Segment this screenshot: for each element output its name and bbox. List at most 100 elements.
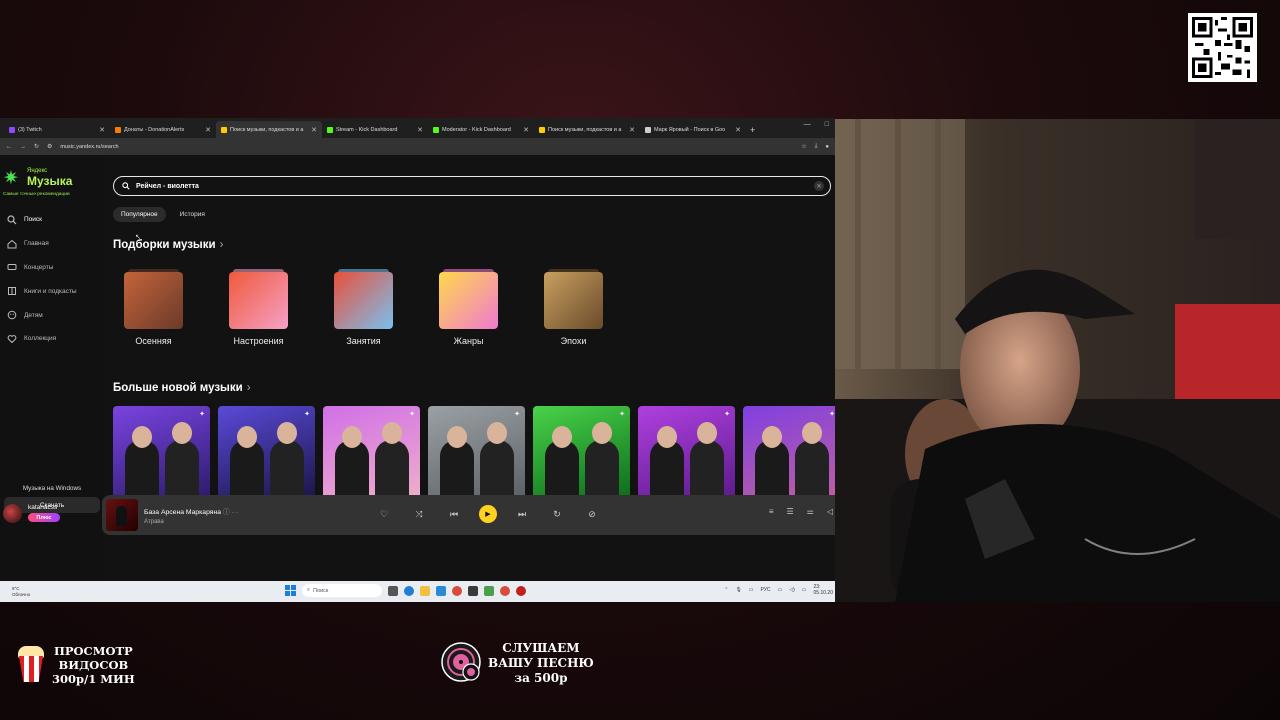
taskbar-search[interactable]: ⌕ Поиск	[302, 584, 382, 597]
sidebar-nav: Поиск Главная Концерты Книги и подкасты Детя…	[0, 208, 102, 351]
chevron-up-icon[interactable]: ⌃	[724, 587, 728, 593]
collection-card[interactable]: Жанры	[439, 269, 498, 346]
collection-card[interactable]: Занятия	[334, 269, 393, 346]
app-icon[interactable]	[468, 585, 478, 596]
browser-tab[interactable]: Stream - Kick Dashboard ✕	[322, 121, 428, 138]
tab-title: Поиск музыки, подкастов и а	[230, 126, 304, 133]
edge-icon[interactable]	[404, 585, 414, 596]
sidebar-item-4[interactable]: Книги и подкасты	[0, 279, 102, 303]
windows-start-icon[interactable]	[285, 585, 296, 596]
book-icon	[7, 286, 17, 296]
language-indicator[interactable]: РУС	[761, 587, 771, 593]
track-title[interactable]: База Арсена Маркаряна ⓘ ···	[144, 506, 264, 516]
clock[interactable]: 23: 05.10.20	[814, 584, 833, 596]
sidebar-item-label: Книги и подкасты	[24, 287, 77, 295]
search-chips: Популярное История	[113, 207, 213, 222]
battery-icon[interactable]: ▭	[802, 587, 807, 593]
next-track-icon[interactable]: ⏭	[512, 504, 532, 524]
collection-cover	[124, 272, 183, 329]
chrome-icon[interactable]	[452, 585, 462, 596]
collection-card[interactable]: Осенняя	[124, 269, 183, 346]
chip-popular[interactable]: Популярное	[113, 207, 166, 222]
profile-icon[interactable]: ●	[825, 144, 829, 150]
app-icon[interactable]	[484, 585, 494, 596]
sidebar-item-1[interactable]: Поиск	[0, 208, 102, 232]
weather-widget[interactable]: 9°C Облачно	[12, 586, 30, 597]
search-input[interactable]: Рейчел - виолетта ✕	[113, 176, 831, 196]
collections-section-title[interactable]: Подборки музыки ›	[113, 239, 223, 251]
bookmark-star-icon[interactable]: ☆	[801, 143, 806, 150]
close-icon[interactable]: ✕	[735, 126, 741, 134]
sidebar-item-5[interactable]: Детям	[0, 303, 102, 327]
vinyl-record-icon	[440, 641, 482, 683]
minimize-button[interactable]: —	[804, 121, 811, 128]
browser-tab[interactable]: (3) Twitch ✕	[4, 121, 110, 138]
new-tab-button[interactable]: +	[750, 121, 755, 138]
clock-date: 05.10.20	[813, 590, 833, 596]
track-artist[interactable]: Атрава	[144, 519, 264, 525]
browser-tab[interactable]: Донаты - DonationAlerts ✕	[110, 121, 216, 138]
collections-title-text: Подборки музыки	[113, 239, 216, 251]
new-music-section-title[interactable]: Больше новой музыки ›	[113, 382, 251, 394]
network-icon[interactable]: ▭	[778, 587, 783, 593]
tab-title: Moderator - Kick Dashboard	[442, 126, 511, 133]
browser-tab[interactable]: Поиск музыки, подкастов и а ✕	[216, 121, 322, 138]
repeat-icon[interactable]: ↻	[547, 504, 567, 524]
shuffle-icon[interactable]: ⤨	[409, 504, 429, 524]
volume-icon[interactable]: ◁	[827, 507, 833, 516]
sidebar-item-2[interactable]: Главная	[0, 232, 102, 256]
app-icon[interactable]: ▭	[749, 587, 754, 593]
chip-history[interactable]: История	[172, 207, 213, 222]
user-profile[interactable]: katanacss Плюс	[0, 498, 102, 528]
playlist-cover: ✦	[218, 406, 315, 502]
play-button[interactable]: ▶	[479, 505, 497, 523]
app-icon[interactable]	[516, 585, 526, 596]
browser-tab[interactable]: Марк Яровый - Поиск в Goo ✕	[640, 121, 746, 138]
close-icon[interactable]: ✕	[99, 126, 105, 134]
previous-track-icon[interactable]: ⏮	[444, 504, 464, 524]
forward-icon[interactable]: →	[20, 144, 26, 150]
close-icon[interactable]: ✕	[523, 126, 529, 134]
maximize-button[interactable]: □	[825, 121, 829, 128]
settings-sliders-icon[interactable]: ⚌	[807, 507, 814, 516]
logo[interactable]: ✷ Яндекс Музыка Самые точные рекомендаци…	[0, 165, 102, 199]
close-icon[interactable]: ✕	[629, 126, 635, 134]
collection-card[interactable]: Эпохи	[544, 269, 603, 346]
browser-tab[interactable]: Moderator - Kick Dashboard ✕	[428, 121, 534, 138]
close-icon[interactable]: ✕	[311, 126, 317, 134]
search-icon	[7, 215, 17, 225]
overlay-line: ВАШУ ПЕСНЮ	[488, 656, 594, 670]
collection-card[interactable]: Настроения	[229, 269, 288, 346]
microphone-icon[interactable]: 🎙	[735, 587, 741, 593]
lyrics-icon[interactable]: ≡	[769, 507, 774, 516]
task-view-icon[interactable]	[388, 585, 398, 596]
popcorn-icon	[16, 644, 46, 682]
download-icon[interactable]: ⤓	[815, 143, 818, 150]
track-cover[interactable]	[106, 499, 138, 531]
speaker-icon[interactable]: ◁)	[789, 587, 795, 593]
taskbar-search-label: Поиск	[313, 587, 329, 594]
overlay-line: 300р/1 МИН	[52, 672, 135, 686]
info-icon[interactable]: ⓘ	[223, 509, 230, 516]
like-heart-icon[interactable]: ♡	[374, 504, 394, 524]
collection-cover	[439, 272, 498, 329]
close-icon[interactable]: ✕	[205, 126, 211, 134]
back-icon[interactable]: ←	[6, 144, 12, 150]
url-text[interactable]: music.yandex.ru/search	[60, 144, 793, 150]
clear-search-icon[interactable]: ✕	[814, 181, 824, 191]
sidebar-item-3[interactable]: Концерты	[0, 256, 102, 280]
collection-name: Осенняя	[135, 336, 172, 346]
dislike-icon[interactable]: ⊘	[582, 504, 602, 524]
browser-tab[interactable]: Поиск музыки, подкастов и а ✕	[534, 121, 640, 138]
store-icon[interactable]	[436, 585, 446, 596]
site-info-icon[interactable]: ⚙	[47, 143, 52, 150]
overlay-line: за 500р	[514, 671, 568, 685]
explorer-icon[interactable]	[420, 585, 430, 596]
windows-taskbar: 9°C Облачно ⌕ Поиск ⌃ 🎙 ▭ РУС ▭ ◁) ▭ 23: …	[0, 581, 835, 602]
close-icon[interactable]: ✕	[417, 126, 423, 134]
reload-icon[interactable]: ↻	[34, 143, 39, 150]
more-icon[interactable]: ···	[232, 509, 239, 516]
sidebar-item-6[interactable]: Коллекция	[0, 327, 102, 351]
queue-icon[interactable]: ☰	[787, 507, 794, 516]
chrome-icon[interactable]	[500, 585, 510, 596]
